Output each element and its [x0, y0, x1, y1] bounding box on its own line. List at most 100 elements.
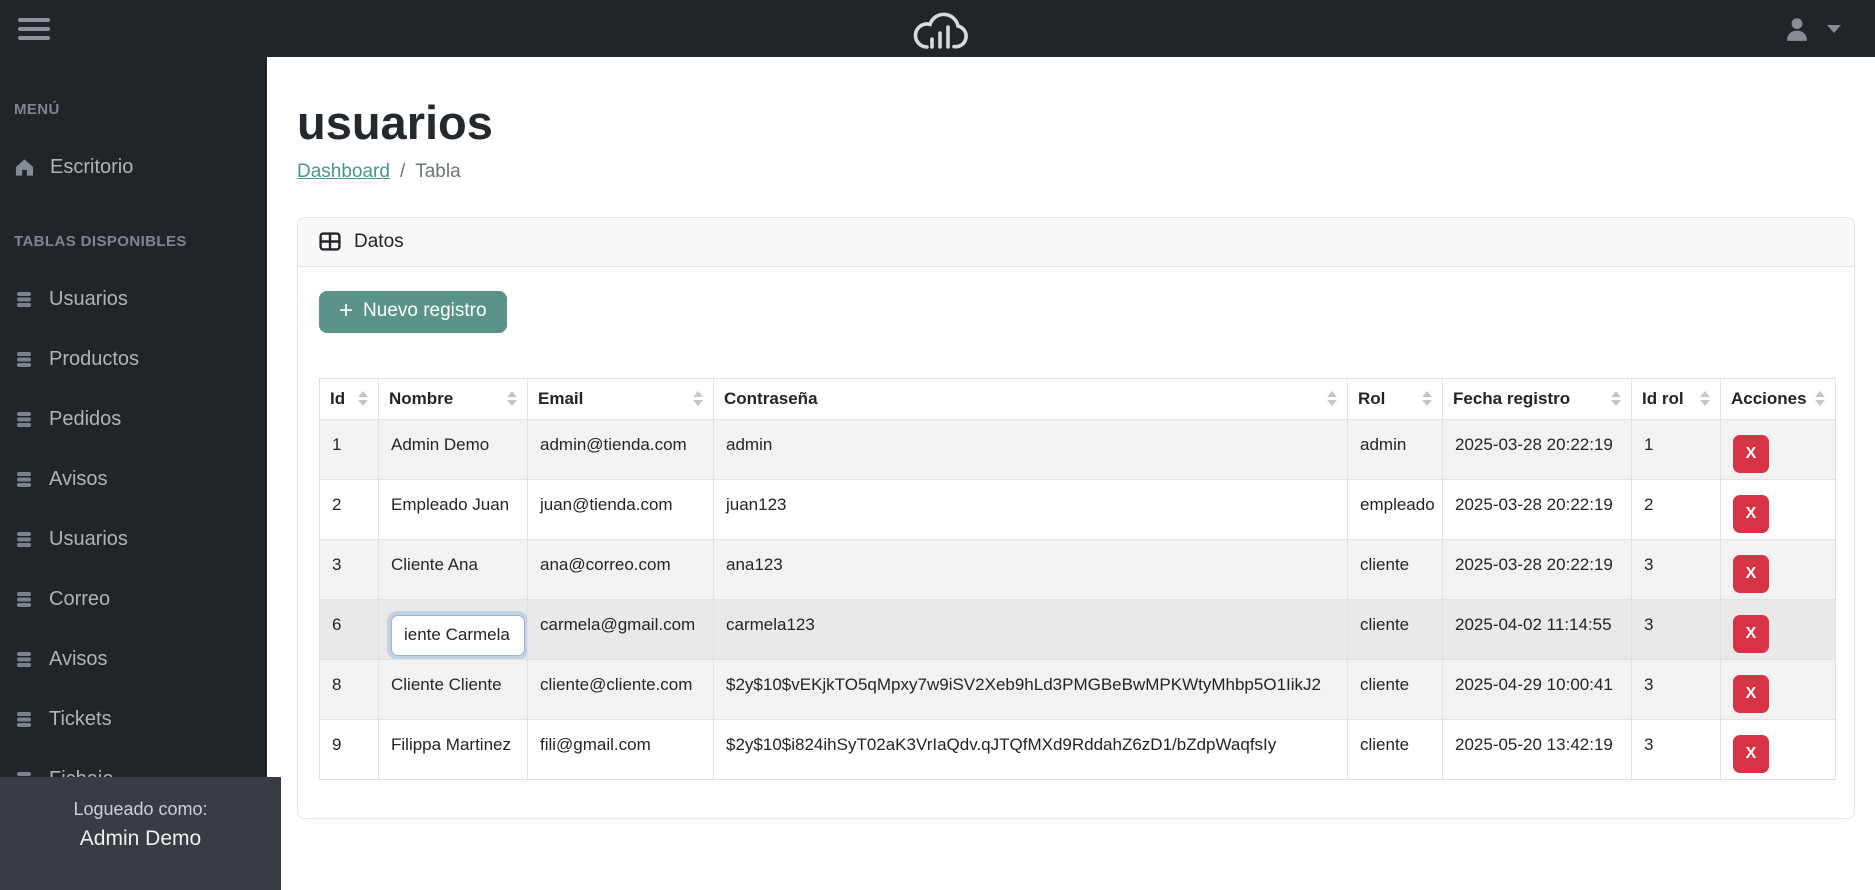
sidebar-item-label: Correo: [49, 587, 111, 610]
database-icon: [14, 530, 34, 549]
column-header-label: Email: [538, 388, 584, 408]
sidebar-item-label: Tickets: [49, 707, 112, 730]
sidebar-item-pedidos[interactable]: Pedidos: [0, 389, 267, 449]
main-content: usuarios Dashboard / Tabla Datos + Nuevo…: [267, 0, 1875, 819]
sidebar-section-tablas: TABLAS DISPONIBLES: [14, 233, 187, 250]
table-body: 1 Admin Demo admin@tienda.com admin admi…: [319, 418, 1836, 780]
column-header-label: Id rol: [1642, 388, 1684, 408]
sidebar-item-usuarios[interactable]: Usuarios: [0, 269, 267, 329]
hamburger-menu-icon[interactable]: [18, 13, 50, 45]
sidebar-item-escritorio[interactable]: Escritorio: [0, 137, 267, 197]
logged-in-user: Admin Demo: [79, 827, 202, 850]
cell-acciones: X: [1720, 538, 1836, 600]
cell-id-rol: 3: [1631, 598, 1721, 660]
cell-rol: cliente: [1347, 538, 1443, 600]
cell-id: 6: [319, 598, 379, 660]
column-header[interactable]: Nombre: [378, 377, 528, 420]
column-header[interactable]: Contraseña: [713, 377, 1348, 420]
cell-id: 8: [319, 658, 379, 720]
cell-acciones: X: [1720, 598, 1836, 660]
cell-id-rol: 1: [1631, 418, 1721, 480]
sidebar-item-avisos[interactable]: Avisos: [0, 629, 267, 689]
column-header[interactable]: Email: [527, 377, 714, 420]
nombre-edit-input[interactable]: [391, 614, 525, 656]
cell-rol: cliente: [1347, 658, 1443, 720]
delete-button[interactable]: X: [1733, 434, 1769, 473]
column-header[interactable]: Id: [319, 377, 379, 420]
table-row: 3 Cliente Ana ana@correo.com ana123 clie…: [319, 538, 1836, 600]
sidebar-item-tickets[interactable]: Tickets: [0, 689, 267, 749]
column-header[interactable]: Rol: [1347, 377, 1443, 420]
cell-contrasena: admin: [713, 418, 1348, 480]
chevron-down-icon: [1827, 24, 1841, 33]
column-header[interactable]: Id rol: [1631, 377, 1721, 420]
delete-button[interactable]: X: [1733, 554, 1769, 593]
cell-fecha-registro: 2025-04-02 11:14:55: [1442, 598, 1632, 660]
cell-id: 1: [319, 418, 379, 480]
cell-acciones: X: [1720, 718, 1836, 780]
column-header-label: Rol: [1358, 388, 1386, 408]
cell-nombre: Cliente Cliente: [378, 658, 528, 720]
database-icon: [14, 710, 34, 729]
cell-nombre: Filippa Martinez: [378, 718, 528, 780]
table-icon: [319, 232, 341, 251]
column-header-label: Acciones: [1731, 388, 1807, 408]
sidebar-item-label: Productos: [49, 347, 140, 370]
cell-rol: cliente: [1347, 598, 1443, 660]
sort-icon: [1327, 391, 1337, 407]
cell-id: 2: [319, 478, 379, 540]
cell-id-rol: 3: [1631, 538, 1721, 600]
table-row: 6 carmela@gmail.com carmela123 cliente 2…: [319, 598, 1836, 660]
card-header: Datos: [298, 217, 1854, 267]
column-header[interactable]: Fecha registro: [1442, 377, 1632, 420]
column-header-label: Fecha registro: [1453, 388, 1571, 408]
delete-button[interactable]: X: [1733, 734, 1769, 773]
database-icon: [14, 290, 34, 309]
breadcrumb: Dashboard / Tabla: [297, 161, 1855, 183]
breadcrumb-dashboard-link[interactable]: Dashboard: [297, 161, 390, 183]
delete-button[interactable]: X: [1733, 614, 1769, 653]
new-record-label: Nuevo registro: [363, 299, 487, 321]
cell-contrasena: carmela123: [713, 598, 1348, 660]
cell-acciones: X: [1720, 478, 1836, 540]
plus-icon: +: [339, 296, 354, 324]
sidebar-item-label: Pedidos: [49, 407, 122, 430]
breadcrumb-current: Tabla: [415, 160, 461, 182]
sidebar-item-correo[interactable]: Correo: [0, 569, 267, 629]
cell-contrasena: ana123: [713, 538, 1348, 600]
users-table: Id Nombre Email Contraseña Rol Fecha reg…: [319, 377, 1836, 780]
sidebar-item-label: Usuarios: [49, 287, 128, 310]
cell-email: admin@tienda.com: [527, 418, 714, 480]
sidebar-item-productos[interactable]: Productos: [0, 329, 267, 389]
sidebar-item-usuarios[interactable]: Usuarios: [0, 509, 267, 569]
user-menu[interactable]: [1783, 15, 1841, 43]
cell-acciones: X: [1720, 658, 1836, 720]
cell-email: carmela@gmail.com: [527, 598, 714, 660]
column-header[interactable]: Acciones: [1720, 377, 1836, 420]
cell-fecha-registro: 2025-03-28 20:22:19: [1442, 478, 1632, 540]
table-row: 9 Filippa Martinez fili@gmail.com $2y$10…: [319, 718, 1836, 780]
cell-nombre: [378, 598, 528, 660]
database-icon: [14, 350, 34, 369]
sort-icon: [507, 391, 517, 407]
cell-email: ana@correo.com: [527, 538, 714, 600]
cloud-bars-logo-icon: [905, 6, 971, 57]
delete-button[interactable]: X: [1733, 674, 1769, 713]
datos-card: Datos + Nuevo registro Id Nombre Email C…: [297, 216, 1855, 819]
table-row: 1 Admin Demo admin@tienda.com admin admi…: [319, 418, 1836, 480]
cell-fecha-registro: 2025-04-29 10:00:41: [1442, 658, 1632, 720]
database-icon: [14, 650, 34, 669]
sidebar-item-avisos[interactable]: Avisos: [0, 449, 267, 509]
topbar: [0, 0, 1875, 57]
cell-email: cliente@cliente.com: [527, 658, 714, 720]
sort-icon: [358, 391, 368, 407]
sidebar-item-label: Usuarios: [49, 527, 128, 550]
new-record-button[interactable]: + Nuevo registro: [319, 290, 507, 333]
cell-nombre: Admin Demo: [378, 418, 528, 480]
cell-fecha-registro: 2025-03-28 20:22:19: [1442, 538, 1632, 600]
sidebar-item-label: Escritorio: [50, 155, 134, 178]
delete-button[interactable]: X: [1733, 494, 1769, 533]
database-icon: [14, 470, 34, 489]
cell-nombre: Cliente Ana: [378, 538, 528, 600]
cell-fecha-registro: 2025-03-28 20:22:19: [1442, 418, 1632, 480]
